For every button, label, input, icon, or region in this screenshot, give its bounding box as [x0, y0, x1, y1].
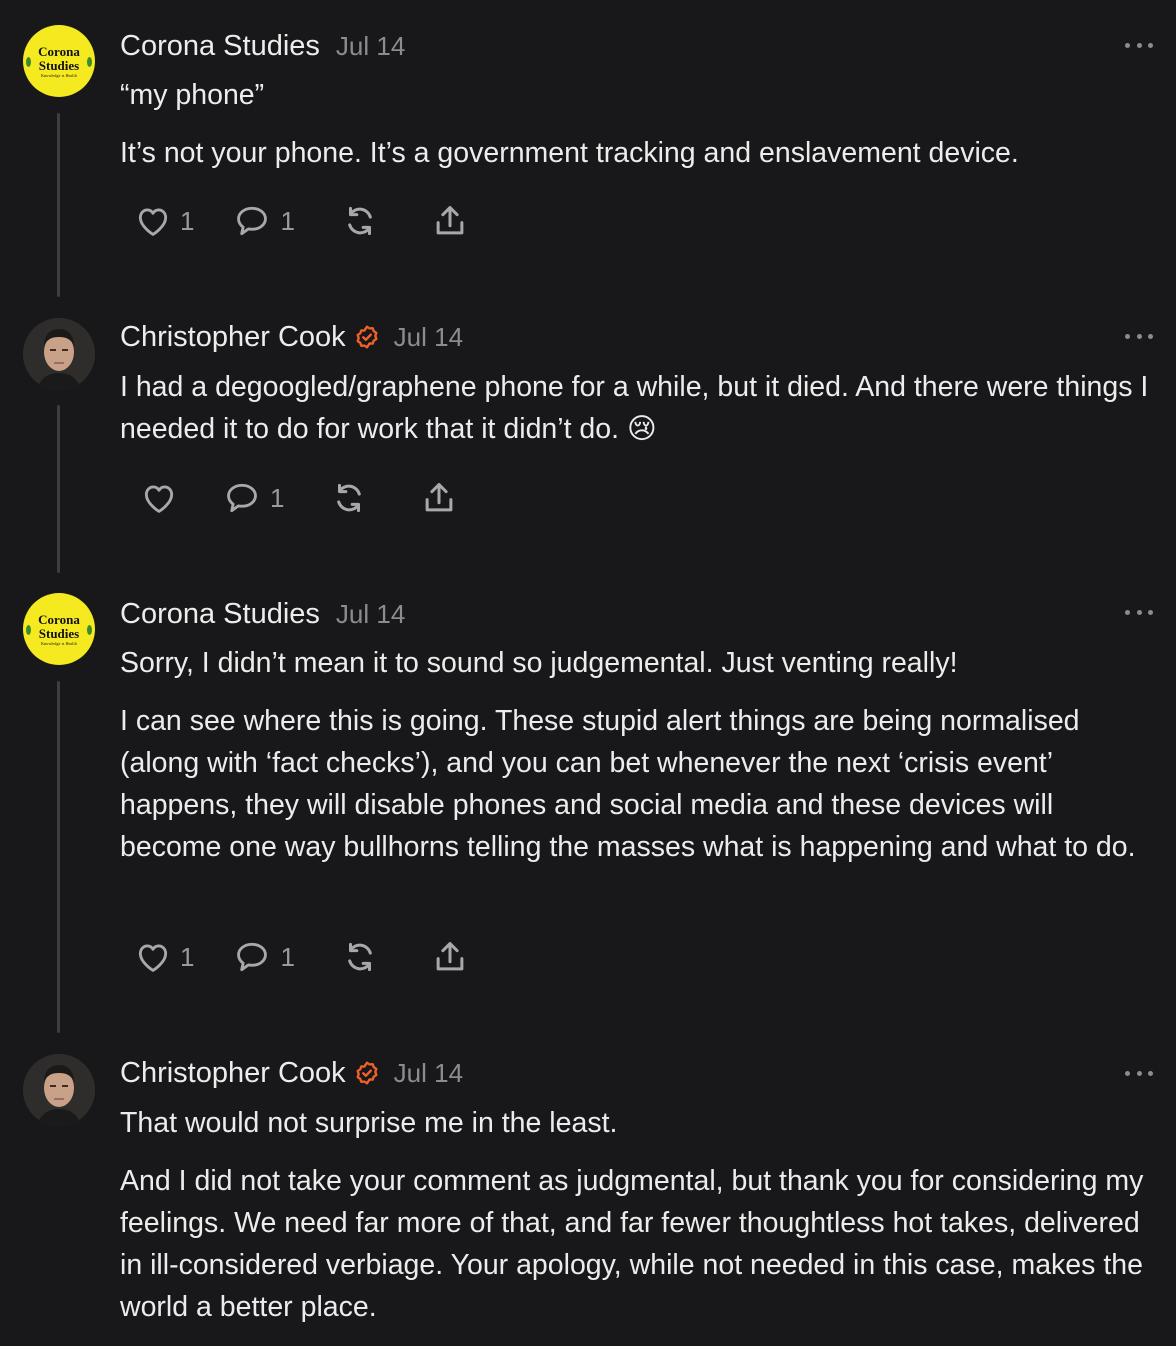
heart-icon: [134, 938, 172, 976]
post-body: That would not surprise me in the least.…: [120, 1102, 1160, 1344]
logo-text-line1: Corona: [38, 43, 80, 59]
post-paragraph: Sorry, I didn’t mean it to sound so judg…: [120, 647, 958, 679]
share-button[interactable]: [420, 479, 458, 517]
post-paragraph: It’s not your phone. It’s a government t…: [120, 137, 1019, 169]
author-name[interactable]: Christopher Cook: [120, 1057, 346, 1090]
logo-text-line1: Corona: [38, 611, 80, 627]
author-name[interactable]: Corona Studies: [120, 598, 320, 631]
author-name[interactable]: Corona Studies: [120, 30, 320, 63]
like-count: 1: [180, 205, 195, 236]
like-count: 1: [180, 941, 195, 972]
post-paragraph: “my phone”: [120, 79, 265, 111]
action-bar: 1: [140, 478, 458, 518]
heart-icon: [140, 479, 178, 517]
author-name[interactable]: Christopher Cook: [120, 321, 346, 354]
comment-bubble-icon: [232, 202, 272, 240]
comment-bubble-icon: [232, 938, 272, 976]
comment-count: 1: [270, 482, 285, 513]
comment-bubble-icon: [222, 479, 262, 517]
avatar[interactable]: [23, 318, 95, 390]
more-options-icon[interactable]: [1125, 330, 1153, 342]
restack-button[interactable]: [330, 479, 368, 517]
restack-icon: [330, 479, 368, 517]
post-body: I had a degoogled/graphene phone for a w…: [120, 366, 1160, 466]
post-date[interactable]: Jul 14: [394, 322, 463, 353]
share-button[interactable]: [431, 938, 469, 976]
avatar[interactable]: [23, 1054, 95, 1126]
thread-line: [57, 405, 60, 573]
post-header: Christopher Cook Jul 14: [120, 317, 463, 357]
avatar[interactable]: Corona Studies Knowledge is Health: [23, 25, 95, 97]
share-button[interactable]: [431, 202, 469, 240]
post-date[interactable]: Jul 14: [394, 1058, 463, 1089]
logo-text-line2: Studies: [38, 625, 80, 641]
more-options-icon[interactable]: [1125, 1067, 1153, 1079]
comment-count: 1: [280, 941, 295, 972]
comment-button[interactable]: 1: [222, 479, 284, 517]
thread-line: [57, 113, 60, 297]
share-icon: [420, 479, 458, 517]
thread-line: [57, 681, 60, 1033]
like-button[interactable]: [140, 479, 186, 517]
more-options-icon[interactable]: [1125, 606, 1153, 618]
comment-button[interactable]: 1: [232, 202, 295, 240]
action-bar: 1 1: [134, 201, 469, 241]
action-bar: 1 1: [134, 937, 469, 977]
restack-button[interactable]: [341, 938, 379, 976]
share-icon: [431, 938, 469, 976]
heart-icon: [134, 202, 172, 240]
like-button[interactable]: 1: [134, 938, 194, 976]
logo-text-line3: Knowledge is Health: [41, 72, 77, 78]
restack-icon: [341, 202, 379, 240]
post-date[interactable]: Jul 14: [336, 31, 405, 62]
post-paragraph: That would not surprise me in the least.: [120, 1107, 618, 1139]
avatar[interactable]: Corona Studies Knowledge is Health: [23, 593, 95, 665]
post-paragraph: And I did not take your comment as judgm…: [120, 1165, 1144, 1323]
profile-photo: [23, 1054, 95, 1126]
post-body: Sorry, I didn’t mean it to sound so judg…: [120, 642, 1160, 884]
verified-check-icon: [354, 324, 380, 350]
post-paragraph: I can see where this is going. These stu…: [120, 705, 1136, 863]
share-icon: [431, 202, 469, 240]
like-button[interactable]: 1: [134, 202, 194, 240]
post-date[interactable]: Jul 14: [336, 599, 405, 630]
post-paragraph: I had a degoogled/graphene phone for a w…: [120, 371, 1149, 445]
post-body: “my phone” It’s not your phone. It’s a g…: [120, 74, 1160, 190]
comment-button[interactable]: 1: [232, 938, 295, 976]
comment-count: 1: [280, 205, 295, 236]
more-options-icon[interactable]: [1125, 39, 1153, 51]
post-header: Corona Studies Jul 14: [120, 26, 405, 66]
post-header: Christopher Cook Jul 14: [120, 1053, 463, 1093]
restack-button[interactable]: [341, 202, 379, 240]
logo-text-line3: Knowledge is Health: [41, 640, 77, 646]
profile-photo: [23, 318, 95, 390]
logo-text-line2: Studies: [38, 57, 80, 73]
verified-check-icon: [354, 1060, 380, 1086]
restack-icon: [341, 938, 379, 976]
post-header: Corona Studies Jul 14: [120, 594, 405, 634]
